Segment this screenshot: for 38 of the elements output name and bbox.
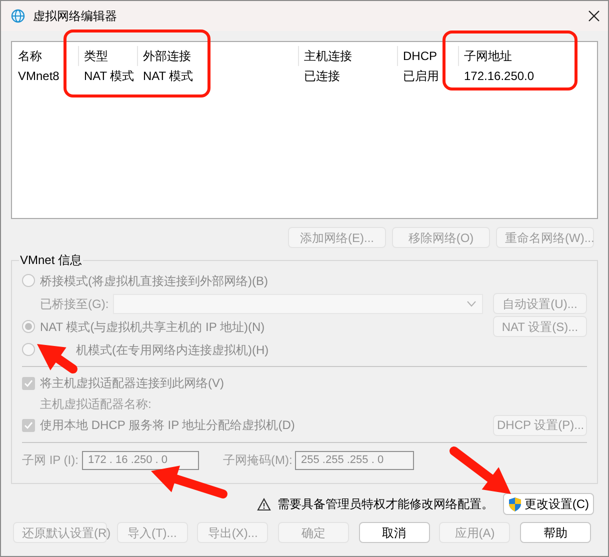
- table-cell-text: 172.16.250.0: [464, 68, 534, 85]
- change-settings-button[interactable]: 更改设置(C): [503, 493, 594, 515]
- dialog-button[interactable]: 帮助: [520, 522, 591, 543]
- field-label: 子网掩码(M):: [223, 452, 294, 469]
- checkbox-label: 将主机虚拟适配器连接到此网络(V): [40, 375, 224, 392]
- bridge-dropdown[interactable]: [112, 294, 483, 314]
- table-cell-text: 已连接: [304, 68, 340, 85]
- field-label: 子网 IP (I):: [22, 452, 80, 469]
- checkbox-label: 使用本地 DHCP 服务将 IP 地址分配给虚拟机(D): [40, 417, 295, 434]
- shield-icon: [508, 496, 522, 512]
- admin-notice: 需要具备管理员特权才能修改网络配置。: [277, 496, 494, 513]
- dialog-button[interactable]: 取消: [358, 522, 430, 543]
- window-title: 虚拟网络编辑器: [33, 8, 117, 25]
- field-label: 主机虚拟适配器名称:: [40, 396, 152, 413]
- column-header[interactable]: 主机连接: [304, 47, 352, 65]
- warning-icon: [257, 498, 272, 510]
- table-cell-text: NAT 模式: [143, 68, 194, 85]
- group-legend: VMnet 信息: [19, 251, 84, 269]
- column-header[interactable]: 子网地址: [464, 47, 512, 65]
- column-header[interactable]: 名称: [18, 47, 42, 65]
- chevron-icon: [467, 300, 476, 306]
- table-cell-text: VMnet8: [18, 68, 60, 85]
- column-header[interactable]: DHCP: [403, 47, 438, 65]
- close-icon[interactable]: [588, 10, 600, 22]
- globe-icon: [11, 9, 25, 23]
- annotation-arrow: [450, 446, 511, 494]
- radio-label: 桥接模式(将虚拟机直接连接到外部网络)(B): [40, 272, 268, 290]
- table-cell-text: 已启用: [403, 68, 439, 85]
- field-label: 已桥接至(G):: [40, 296, 109, 312]
- subnet-ip-field[interactable]: 172 . 16 .250 . 0: [82, 450, 199, 470]
- radio-label: NAT 模式(与虚拟机共享主机的 IP 地址)(N): [40, 318, 265, 336]
- annotation-arrow: [37, 344, 78, 374]
- column-header[interactable]: 类型: [84, 47, 108, 65]
- column-header[interactable]: 外部连接: [143, 47, 191, 65]
- radio-label: 机模式(在专用网络内连接虚拟机)(H): [76, 342, 269, 358]
- table-cell-text: NAT 模式: [84, 68, 134, 85]
- subnet-mask-field[interactable]: 255 .255 .255 . 0: [295, 450, 414, 470]
- dialog-button[interactable]: 自动设置(U)...: [493, 293, 587, 314]
